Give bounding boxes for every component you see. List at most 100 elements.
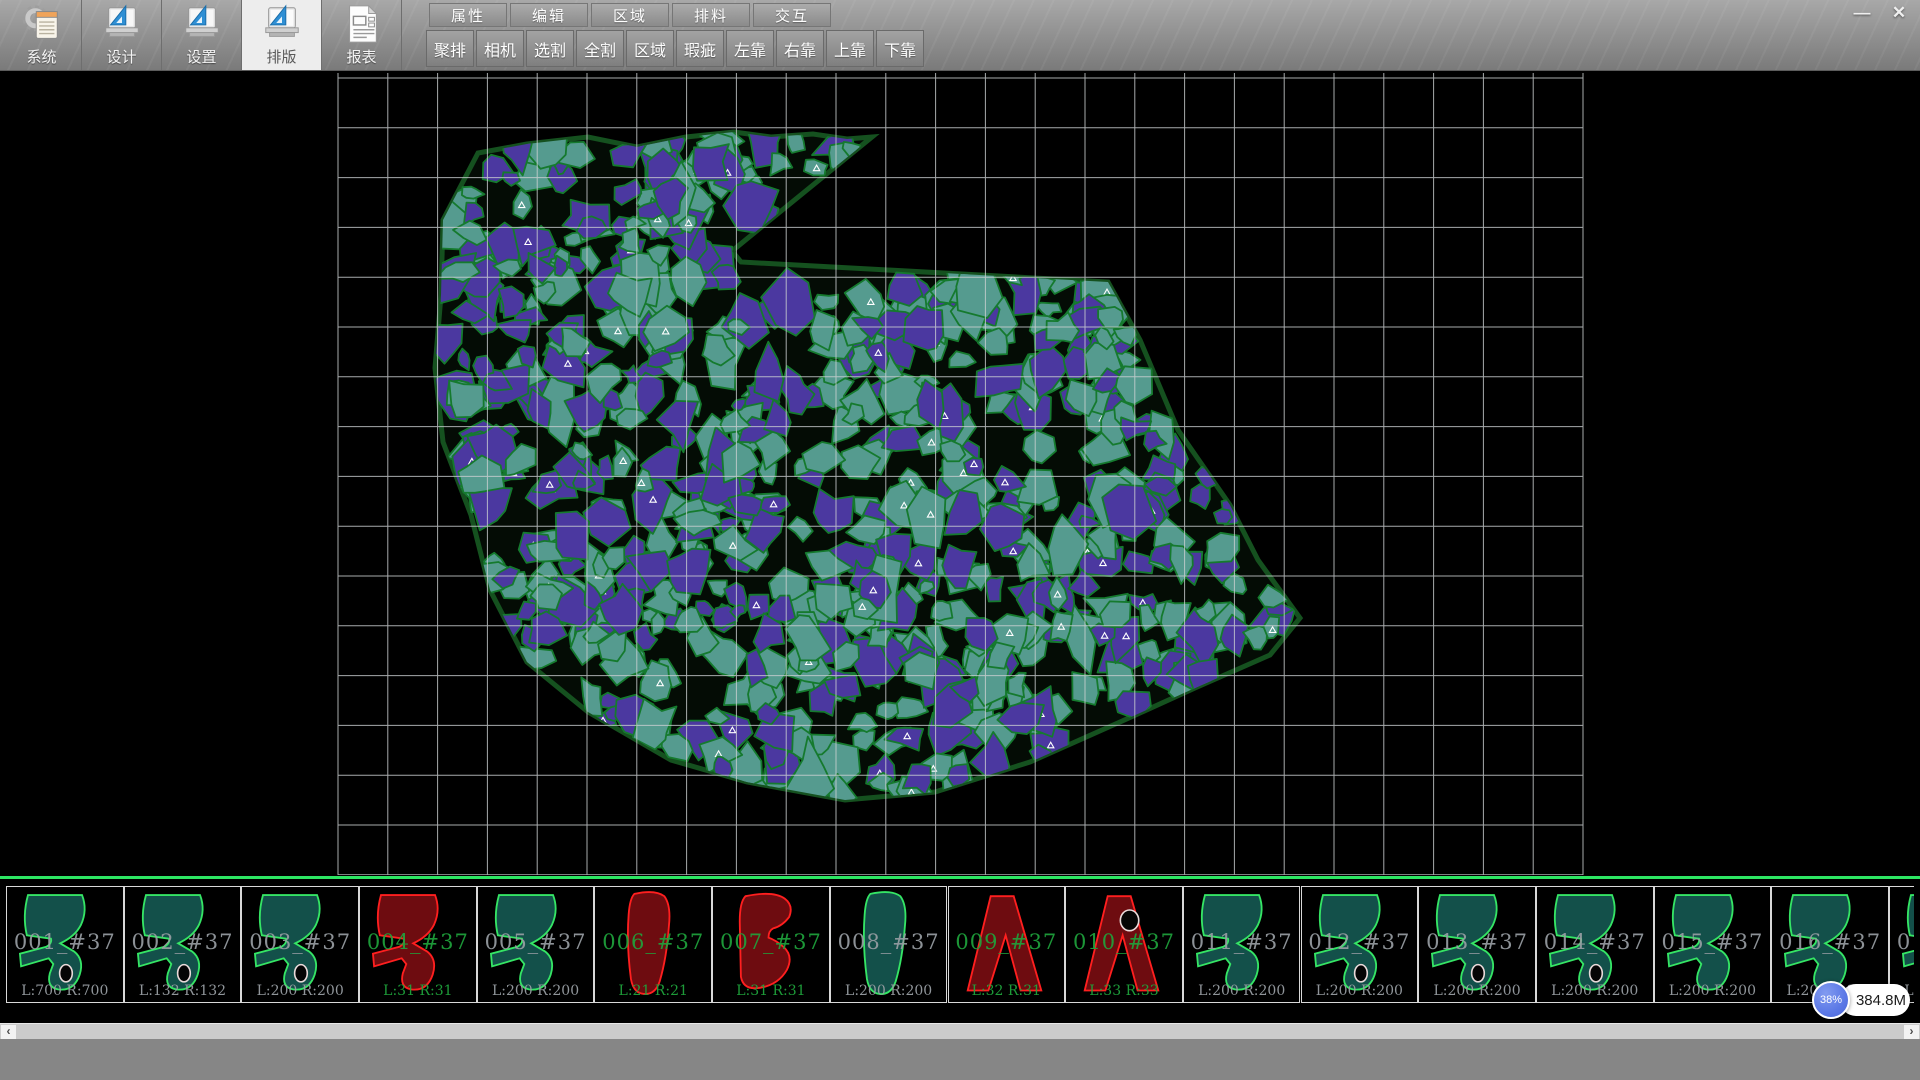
part-id-label: 010_#37 [1066,930,1182,954]
tab-settings[interactable]: 设置 [162,0,242,70]
tool-align-right[interactable]: 右靠 [776,30,824,67]
part-lr-count-label: L:200 R:200 [478,983,594,999]
part-lr-count-label: L:132 R:132 [125,983,241,999]
part-hole [1590,965,1603,982]
part-id-label: 013_#37 [1419,930,1535,954]
part-lr-count-label: L:200 R:200 [1419,983,1535,999]
part-id-label: 014_#37 [1537,930,1653,954]
tool-defect[interactable]: 瑕疵 [676,30,724,67]
scroll-right-arrow-icon[interactable]: › [1904,1025,1919,1039]
window-controls: — ✕ [1846,1,1915,24]
tool-select-cut[interactable]: 选割 [526,30,574,67]
menu-nesting[interactable]: 排料 [672,3,750,27]
part-thumbnail-014_#37[interactable]: 014_#37 L:200 R:200 [1536,886,1654,1003]
close-button[interactable]: ✕ [1883,1,1915,24]
part-id-label: 001_#37 [7,930,123,954]
tab-label: 设计 [106,46,136,67]
part-id-label: 011_#37 [1184,930,1300,954]
tab-label: 报表 [346,46,376,67]
part-lr-count-label: L:700 R:700 [7,983,123,999]
app-tabs: 系统 设计 设置 [2,0,402,70]
part-id-label: 012_#37 [1302,930,1418,954]
scroll-left-arrow-icon[interactable]: ‹ [1,1025,16,1039]
memory-percent-circle: 38% [1812,981,1850,1019]
tab-label: 设置 [186,46,216,67]
part-hole [60,965,73,982]
tab-system[interactable]: 系统 [2,0,82,70]
tool-region[interactable]: 区域 [626,30,674,67]
part-id-label: 016_#37 [1772,930,1888,954]
part-thumbnail-list: 001_#37 L:700 R:700002_#37L:132 R:132003_… [6,886,1914,1005]
laptop-ruler-icon [261,3,303,45]
tool-align-bottom[interactable]: 下靠 [876,30,924,67]
tool-align-top[interactable]: 上靠 [826,30,874,67]
part-thumbnail-009_#37[interactable]: 009_#37L:32 R:31 [948,886,1066,1003]
part-lr-count-label: L:33 R:33 [1066,983,1182,999]
part-thumbnail-015_#37[interactable]: 015_#37L:200 R:200 [1654,886,1772,1003]
nesting-canvas[interactable] [0,71,1920,875]
minimize-button[interactable]: — [1846,1,1878,24]
part-lr-count-label: L:32 R:31 [949,983,1065,999]
tab-layout-active[interactable]: 排版 [242,0,322,70]
part-thumbnail-008_#37[interactable]: 008_#37 L:200 R:200 [830,886,948,1003]
part-hole [1121,910,1139,931]
menu-region[interactable]: 区域 [591,3,669,27]
tab-label: 排版 [266,46,296,67]
part-id-label: 006_#37 [595,930,711,954]
part-thumbnail-006_#37[interactable]: 006_#37 L:21 R:21 [594,886,712,1003]
part-thumbnail-001_#37[interactable]: 001_#37 L:700 R:700 [6,886,124,1003]
part-lr-count-label: L:200 R:200 [1655,983,1771,999]
part-thumbnail-012_#37[interactable]: 012_#37 L:200 R:200 [1301,886,1419,1003]
part-thumbnail-004_#37[interactable]: 004_#37 L:31 R:31 [359,886,477,1003]
tab-design[interactable]: 设计 [82,0,162,70]
tool-cut-all[interactable]: 全割 [576,30,624,67]
laptop-ruler-icon [181,3,223,45]
part-id-label: 017_#37 [1890,930,1914,954]
panel-top-divider [0,876,1920,879]
part-hole [295,965,308,982]
part-thumbnail-010_#37[interactable]: 010_#37 L:33 R:33 [1065,886,1183,1003]
menubar: 属性 编辑 区域 排料 交互 [429,3,831,27]
part-lr-count-label: L:200 R:200 [831,983,947,999]
memory-percent-text: 38% [1820,994,1842,1006]
parts-panel: 001_#37 L:700 R:700002_#37L:132 R:132003_… [0,875,1920,1023]
menu-properties[interactable]: 属性 [429,3,507,27]
part-lr-count-label: L:31 R:31 [360,983,476,999]
part-thumbnail-002_#37[interactable]: 002_#37L:132 R:132 [124,886,242,1003]
part-thumbnail-013_#37[interactable]: 013_#37 L:200 R:200 [1418,886,1536,1003]
tool-row: 聚排 相机 选割 全割 区域 瑕疵 左靠 右靠 上靠 下靠 [426,30,924,67]
part-lr-count-label: L:31 R:31 [713,983,829,999]
memory-size-pill: 384.8M [1840,984,1910,1016]
part-id-label: 008_#37 [831,930,947,954]
memory-usage-badge: 384.8M 38% [1812,981,1910,1019]
status-bar [0,1039,1920,1080]
tool-align-left[interactable]: 左靠 [726,30,774,67]
tab-report[interactable]: 报表 [322,0,402,70]
menu-edit[interactable]: 编辑 [510,3,588,27]
part-thumbnail-003_#37[interactable]: 003_#37 L:200 R:200 [241,886,359,1003]
part-lr-count-label: L:21 R:21 [595,983,711,999]
main-toolbar: 系统 设计 设置 [0,0,1920,71]
part-id-label: 007_#37 [713,930,829,954]
gear-notebook-icon [21,3,63,45]
report-document-icon [341,3,383,45]
part-id-label: 005_#37 [478,930,594,954]
part-id-label: 004_#37 [360,930,476,954]
part-lr-count-label: L:200 R:200 [1184,983,1300,999]
tool-cluster-nest[interactable]: 聚排 [426,30,474,67]
part-id-label: 003_#37 [242,930,358,954]
laptop-ruler-icon [101,3,143,45]
part-hole [1472,965,1485,982]
part-lr-count-label: L:200 R:200 [1302,983,1418,999]
part-thumbnail-011_#37[interactable]: 011_#37 L:200 R:200 [1183,886,1301,1003]
part-lr-count-label: L:200 R:200 [242,983,358,999]
menu-interaction[interactable]: 交互 [753,3,831,27]
part-hole [177,965,190,982]
horizontal-scrollbar[interactable]: ‹ › [0,1023,1920,1039]
part-lr-count-label: L:200 R:200 [1537,983,1653,999]
memory-size-text: 384.8M [1856,992,1906,1009]
part-hole [1354,965,1367,982]
part-thumbnail-005_#37[interactable]: 005_#37 L:200 R:200 [477,886,595,1003]
part-thumbnail-007_#37[interactable]: 007_#37 L:31 R:31 [712,886,830,1003]
tool-camera[interactable]: 相机 [476,30,524,67]
